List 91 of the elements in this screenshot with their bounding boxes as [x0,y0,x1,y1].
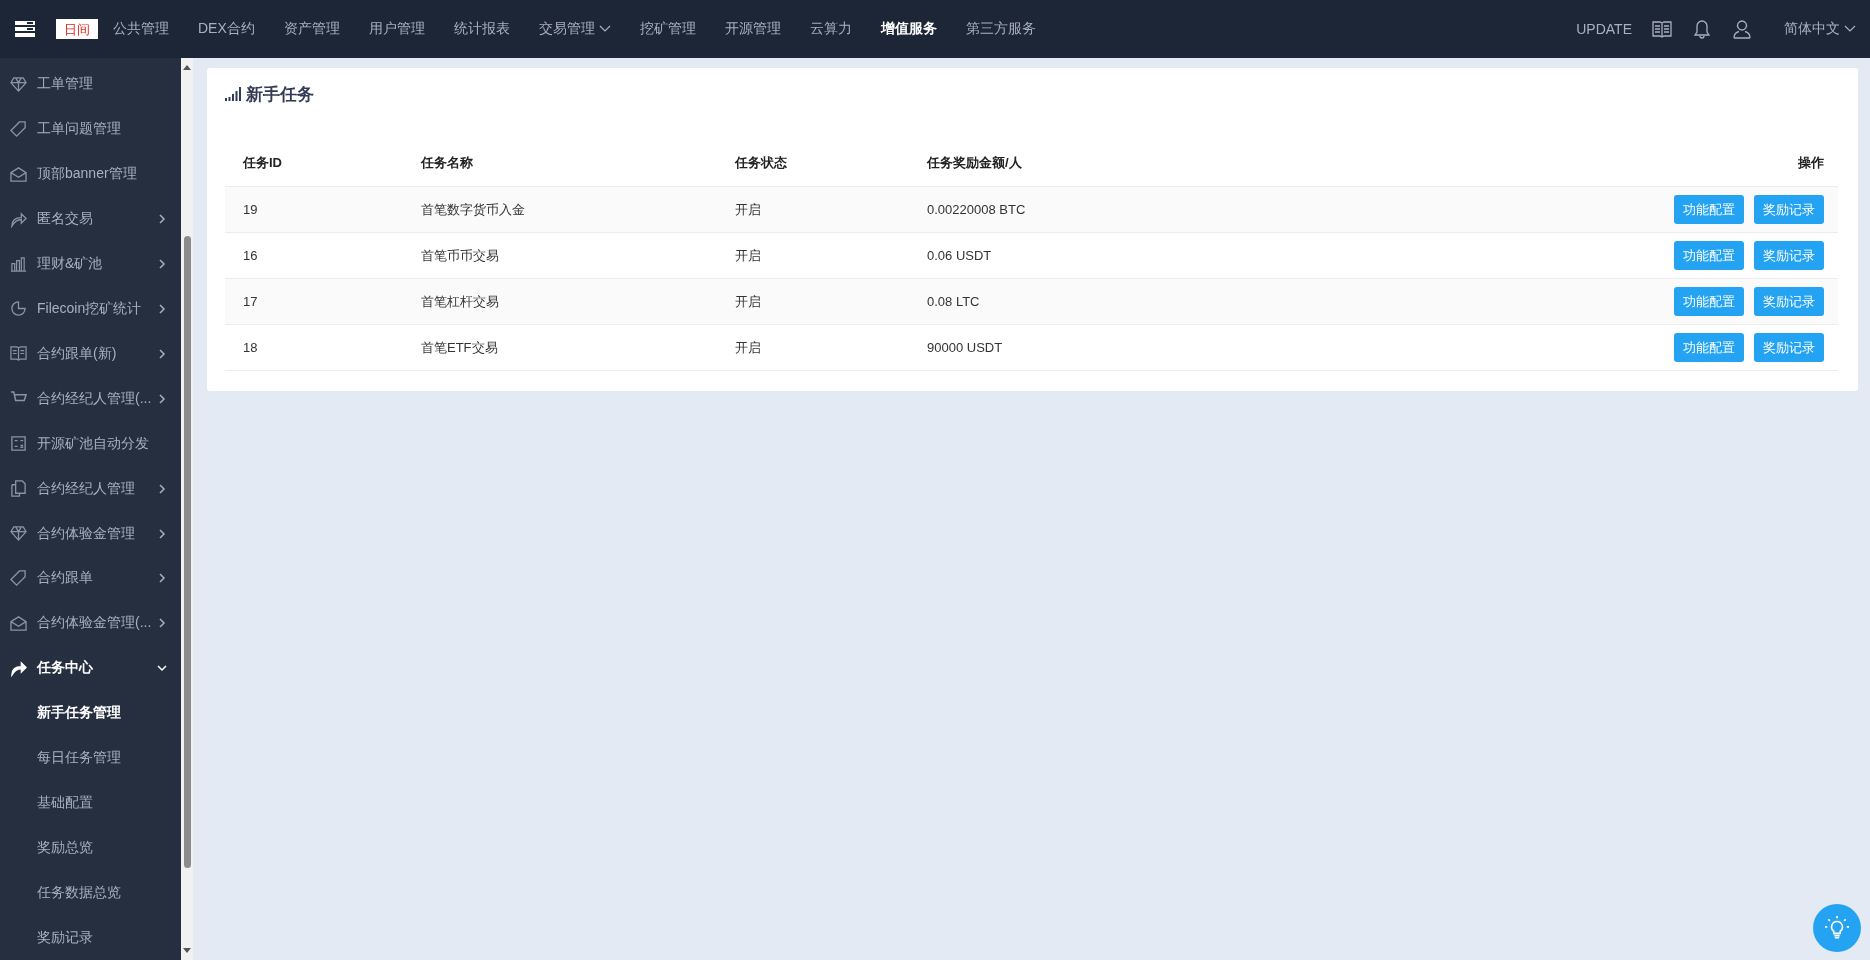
nav-tab[interactable]: 挖矿管理 [639,20,696,38]
chevron-right-icon [157,304,167,314]
chevron-down-icon [157,663,167,674]
help-button[interactable] [1813,904,1861,952]
sidebar-item[interactable]: 任务中心 [0,645,181,691]
diamond-icon [10,525,27,542]
column-header: 任务ID [243,155,282,170]
bell-icon[interactable] [1692,19,1712,39]
nav-tab[interactable]: 增值服务 [880,20,937,38]
sidebar-item[interactable]: 开源矿池自动分发 [0,421,181,467]
sidebar-item[interactable]: 合约体验金管理(... [0,600,181,646]
share-icon [10,659,27,677]
table-cell: 首笔杠杆交易 [421,293,499,309]
sidebar-item[interactable]: 合约体验金管理 [0,511,181,556]
sidebar-item[interactable]: 工单管理 [0,62,181,107]
table-cell: 开启 [735,247,761,263]
table-cell: 首笔币币交易 [421,247,499,263]
chevron-right-icon [157,618,167,629]
sidebar-item[interactable]: 合约跟单 [0,555,181,601]
table-cell: 16 [243,248,258,263]
nav-tab[interactable]: 资产管理 [283,20,340,38]
user-icon[interactable] [1732,19,1752,39]
sidebar-item[interactable]: Filecoin挖矿统计 [0,286,181,332]
table-cell: 0.08 LTC [927,294,980,309]
tag-icon [10,569,27,587]
column-header: 任务名称 [421,155,473,170]
nav-tab[interactable]: 第三方服务 [965,20,1036,38]
sidebar-item[interactable]: 顶部banner管理 [0,151,181,197]
table-cell: 17 [243,294,258,309]
lightbulb-icon [1824,915,1850,941]
chevron-right-icon [157,573,167,584]
tag-icon [10,120,27,138]
table-cell: 0.00220008 BTC [927,202,1026,217]
table-cell: 18 [243,340,258,355]
menu-icon[interactable] [15,21,35,37]
table-cell: 开启 [735,201,761,217]
nav-tab[interactable]: DEX合约 [198,20,255,38]
card-title: 新手任务 [246,83,314,106]
book-icon [10,345,27,363]
chevron-down-icon [598,25,611,33]
table-cell: 首笔ETF交易 [421,339,498,355]
column-header: 操作 [1798,155,1824,170]
scroll-down-icon[interactable] [183,948,191,954]
sidebar-subitem[interactable]: 任务数据总览 [0,870,181,916]
chevron-right-icon [157,259,167,270]
chevron-right-icon [157,348,167,359]
nav-tab[interactable]: 云算力 [809,20,852,38]
signal-icon [225,87,241,101]
sidebar-item[interactable]: 理财&矿池 [0,241,181,287]
nav-tab[interactable]: 用户管理 [368,20,425,38]
chevron-right-icon [157,528,167,539]
scroll-up-icon[interactable] [183,64,191,70]
copy-icon [10,480,27,498]
sidebar-subitem[interactable]: 奖励记录 [0,915,181,960]
scrollbar[interactable] [181,58,193,960]
diamond-icon [10,75,27,93]
sidebar-subitem[interactable]: 基础配置 [0,780,181,826]
chevron-right-icon [157,393,167,404]
table-cell: 19 [243,202,258,217]
table-cell: 90000 USDT [927,340,1003,355]
nav-tab[interactable]: 统计报表 [453,20,510,38]
mail-icon [10,614,27,632]
bars-icon [10,255,27,273]
table-cell: 0.06 USDT [927,248,992,263]
column-header: 任务状态 [735,155,787,170]
mail-icon [10,165,27,183]
nav-tab[interactable]: 开源管理 [724,20,781,38]
sidebar-item[interactable]: 合约经纪人管理(... [0,376,181,422]
theme-toggle-button[interactable]: 日间 [56,19,98,39]
sidebar-subitem[interactable]: 新手任务管理 [0,690,181,736]
sidebar-item[interactable]: 工单问题管理 [0,106,181,152]
chevron-right-icon [157,483,167,494]
pie-icon [10,300,27,318]
share-icon [10,210,27,228]
table-cell: 开启 [735,339,761,355]
nav-tab[interactable]: 公共管理 [113,20,169,38]
sidebar-subitem[interactable]: 每日任务管理 [0,735,181,781]
sidebar-item[interactable]: 合约跟单(新) [0,331,181,377]
sidebar-subitem[interactable]: 奖励总览 [0,825,181,871]
chevron-down-icon [1844,25,1856,33]
table-cell: 首笔数字货币入金 [421,201,525,217]
sidebar-item[interactable]: 合约经纪人管理 [0,466,181,512]
book-icon[interactable] [1652,19,1672,39]
nav-tab[interactable]: 交易管理 [538,20,611,38]
table-cell: 开启 [735,293,761,309]
sidebar-item[interactable]: 匿名交易 [0,196,181,242]
calc-icon [10,435,27,453]
update-link[interactable]: UPDATE [1576,21,1632,37]
language-dropdown[interactable]: 简体中文 [1784,20,1856,38]
column-header: 任务奖励金额/人 [927,155,1022,170]
chevron-right-icon [157,214,167,225]
